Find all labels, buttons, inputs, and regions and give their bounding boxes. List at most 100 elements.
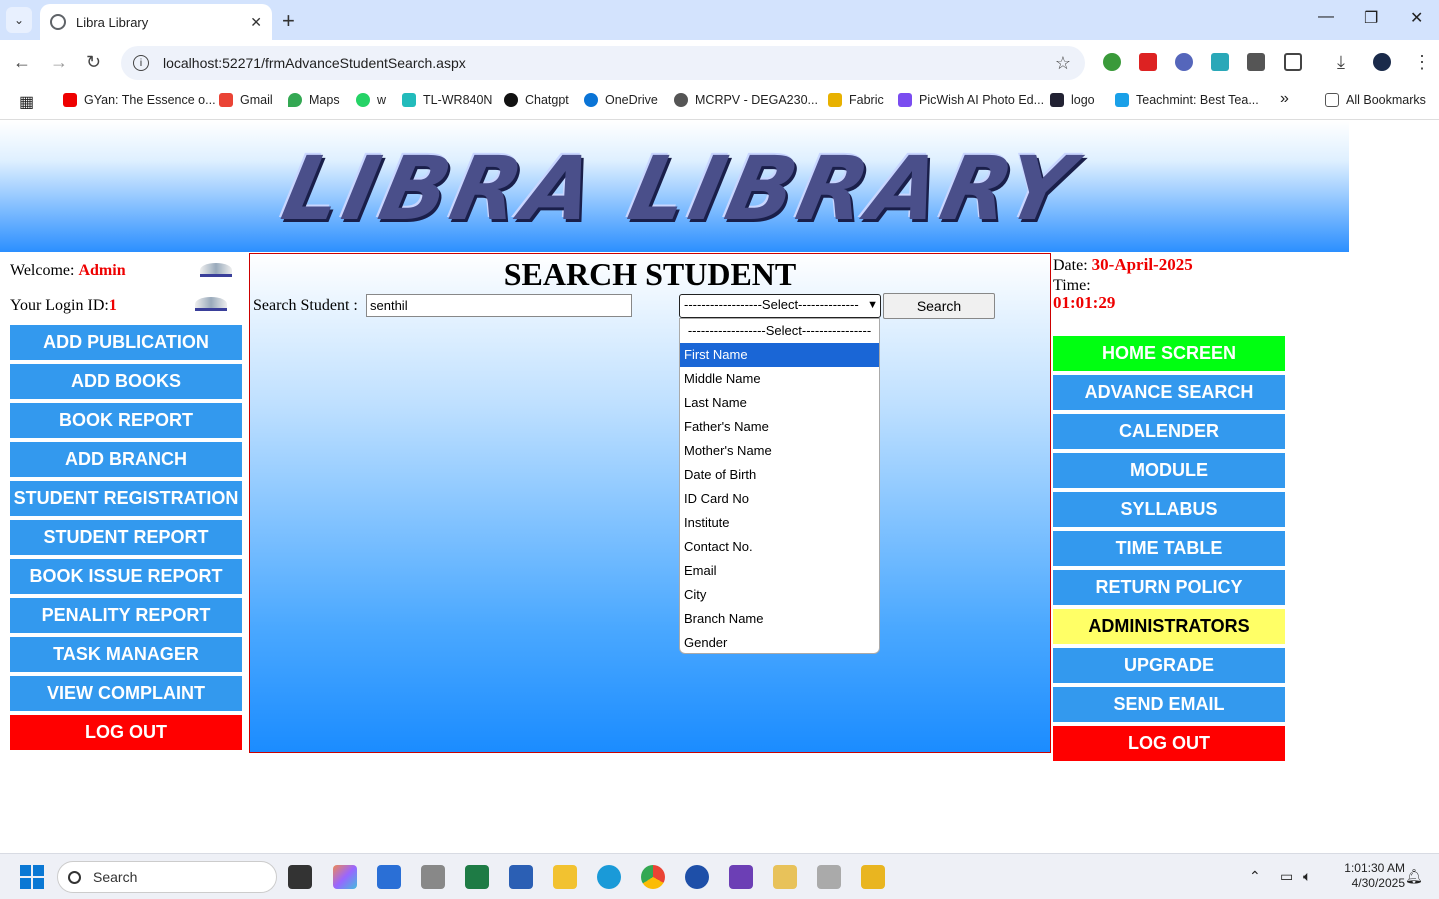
nav-add-branch[interactable]: ADD BRANCH (10, 442, 242, 478)
extension-3-icon[interactable] (1175, 53, 1193, 71)
maps-icon (288, 93, 302, 107)
nav-advance-search[interactable]: ADVANCE SEARCH (1053, 375, 1285, 412)
nav-home-screen[interactable]: HOME SCREEN (1053, 336, 1285, 373)
close-window-icon[interactable]: ✕ (1410, 8, 1423, 28)
taskbar-clock[interactable]: 1:01:30 AM 4/30/2025 (1330, 861, 1405, 891)
file-explorer-icon[interactable] (553, 865, 577, 889)
s-extension-icon[interactable] (1247, 53, 1265, 71)
browser-tab[interactable]: Libra Library ✕ (40, 4, 272, 40)
app-icon[interactable] (861, 865, 885, 889)
nav-logout-right[interactable]: LOG OUT (1053, 726, 1285, 763)
pdf-extension-icon[interactable] (1139, 53, 1157, 71)
nav-student-registration[interactable]: STUDENT REGISTRATION (10, 481, 242, 517)
word-icon[interactable] (509, 865, 533, 889)
save-extension-icon[interactable] (1211, 53, 1229, 71)
nav-view-complaint[interactable]: VIEW COMPLAINT (10, 676, 242, 712)
option-last-name[interactable]: Last Name (680, 391, 879, 415)
nav-book-report[interactable]: BOOK REPORT (10, 403, 242, 439)
new-tab-icon[interactable]: + (282, 8, 295, 34)
more-bookmarks-icon[interactable]: » (1280, 90, 1289, 108)
nav-upgrade[interactable]: UPGRADE (1053, 648, 1285, 685)
visual-studio-icon[interactable] (729, 865, 753, 889)
notification-bell-icon[interactable]: 🔔︎ (1405, 868, 1423, 885)
minimize-icon[interactable]: — (1318, 8, 1334, 26)
option-gender[interactable]: Gender (680, 631, 879, 655)
profile-avatar[interactable] (1373, 53, 1391, 71)
option-mothers-name[interactable]: Mother's Name (680, 439, 879, 463)
copilot-icon[interactable] (333, 865, 357, 889)
nav-calender[interactable]: CALENDER (1053, 414, 1285, 451)
nav-send-email[interactable]: SEND EMAIL (1053, 687, 1285, 724)
option-branch-name[interactable]: Branch Name (680, 607, 879, 631)
site-info-icon[interactable]: i (133, 55, 149, 71)
extensions-puzzle-icon[interactable] (1284, 53, 1302, 71)
option-first-name[interactable]: First Name (680, 343, 879, 367)
option-fathers-name[interactable]: Father's Name (680, 415, 879, 439)
option-institute[interactable]: Institute (680, 511, 879, 535)
login-id-text: Your Login ID:1 (10, 297, 117, 314)
bookmark-item[interactable]: PicWish AI Photo Ed... (898, 93, 1044, 107)
nav-syllabus[interactable]: SYLLABUS (1053, 492, 1285, 529)
reload-icon[interactable]: ↻ (86, 52, 101, 73)
nav-return-policy[interactable]: RETURN POLICY (1053, 570, 1285, 607)
nav-logout-left[interactable]: LOG OUT (10, 715, 242, 751)
forward-icon[interactable]: → (50, 52, 68, 73)
nav-administrators[interactable]: ADMINISTRATORS (1053, 609, 1285, 646)
restore-icon[interactable]: ❐ (1364, 8, 1378, 28)
app-icon[interactable] (817, 865, 841, 889)
globe-icon (674, 93, 688, 107)
download-icon[interactable]: ⤓ (1337, 52, 1345, 73)
bookmark-item[interactable]: Teachmint: Best Tea... (1115, 93, 1259, 107)
option-city[interactable]: City (680, 583, 879, 607)
search-button[interactable]: Search (883, 293, 995, 319)
notepad-icon[interactable] (377, 865, 401, 889)
taskbar-search[interactable]: Search (57, 861, 277, 893)
option-contact-no[interactable]: Contact No. (680, 535, 879, 559)
bookmark-item[interactable]: MCRPV - DEGA230... (674, 93, 818, 107)
bookmark-item[interactable]: OneDrive (584, 93, 658, 107)
nav-task-manager[interactable]: TASK MANAGER (10, 637, 242, 673)
option-select[interactable]: ------------------Select---------------- (680, 319, 879, 343)
url-bar[interactable]: i localhost:52271/frmAdvanceStudentSearc… (121, 46, 1085, 80)
volume-icon[interactable]: 🔈︎ (1303, 868, 1311, 885)
bookmark-item[interactable]: TL-WR840N (402, 93, 492, 107)
network-icon[interactable]: ▭ (1280, 868, 1293, 885)
nav-book-issue-report[interactable]: BOOK ISSUE REPORT (10, 559, 242, 595)
back-icon[interactable]: ← (13, 52, 31, 73)
app-icon[interactable] (773, 865, 797, 889)
bookmark-item[interactable]: logo (1050, 93, 1095, 107)
app-icon[interactable] (685, 865, 709, 889)
bookmark-item[interactable]: Maps (288, 93, 340, 107)
bookmark-item[interactable]: w (356, 93, 386, 107)
option-date-of-birth[interactable]: Date of Birth (680, 463, 879, 487)
option-middle-name[interactable]: Middle Name (680, 367, 879, 391)
apps-grid-icon[interactable]: ▦ (19, 92, 34, 112)
windows-start-icon[interactable] (20, 865, 44, 889)
nav-module[interactable]: MODULE (1053, 453, 1285, 490)
nav-penality-report[interactable]: PENALITY REPORT (10, 598, 242, 634)
nav-time-table[interactable]: TIME TABLE (1053, 531, 1285, 568)
search-field-select[interactable]: ------------------Select-------------- ▼ (679, 294, 881, 318)
calculator-icon[interactable] (421, 865, 445, 889)
bookmark-item[interactable]: Fabric (828, 93, 884, 107)
nav-add-publication[interactable]: ADD PUBLICATION (10, 325, 242, 361)
tab-search-menu-icon[interactable]: ⌄ (6, 7, 32, 33)
nav-student-report[interactable]: STUDENT REPORT (10, 520, 242, 556)
edge-icon[interactable] (597, 865, 621, 889)
nav-add-books[interactable]: ADD BOOKS (10, 364, 242, 400)
tab-close-icon[interactable]: ✕ (250, 14, 262, 31)
bookmark-star-icon[interactable]: ☆ (1055, 53, 1071, 74)
bookmark-item[interactable]: Chatgpt (504, 93, 569, 107)
chrome-menu-icon[interactable]: ⋮ (1413, 52, 1431, 73)
option-email[interactable]: Email (680, 559, 879, 583)
option-id-card-no[interactable]: ID Card No (680, 487, 879, 511)
extension-1-icon[interactable] (1103, 53, 1121, 71)
chrome-icon[interactable] (641, 865, 665, 889)
search-input[interactable]: senthil (366, 294, 632, 317)
excel-icon[interactable] (465, 865, 489, 889)
all-bookmarks-folder[interactable]: All Bookmarks (1325, 93, 1426, 107)
chevron-up-icon[interactable]: ⌃ (1249, 868, 1261, 885)
bookmark-item[interactable]: Gmail (219, 93, 273, 107)
bookmark-item[interactable]: GYan: The Essence o... (63, 93, 216, 107)
task-view-icon[interactable] (288, 865, 312, 889)
